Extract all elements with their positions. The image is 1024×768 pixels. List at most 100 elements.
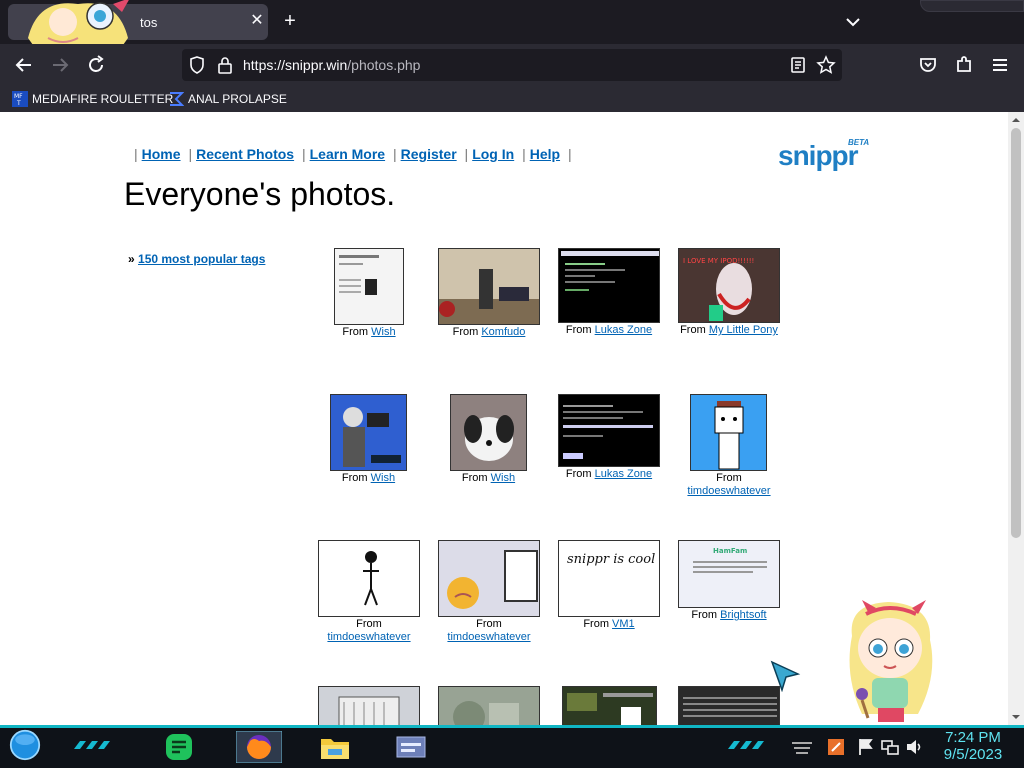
nav-login-link[interactable]: Log In xyxy=(472,146,514,162)
tray-app-icon[interactable] xyxy=(826,737,846,757)
forward-arrow-icon[interactable] xyxy=(48,53,72,77)
photo-caption: From Wish xyxy=(342,326,396,338)
tab-title: tos xyxy=(140,15,158,30)
file-explorer-icon[interactable] xyxy=(318,731,352,763)
url-bar[interactable]: https://snippr.win/photos.php xyxy=(182,49,842,81)
clock-time: 7:24 PM xyxy=(945,729,1001,746)
start-orb-icon[interactable] xyxy=(8,729,42,761)
photo-thumbnail[interactable] xyxy=(562,686,657,725)
nav-home-link[interactable]: Home xyxy=(142,146,181,162)
scroll-up-icon[interactable] xyxy=(1012,116,1020,124)
photo-caption: From VM1 xyxy=(583,618,635,630)
pocket-icon[interactable] xyxy=(916,53,940,77)
photo-caption: From Lukas Zone xyxy=(565,468,653,480)
nav-recent-photos-link[interactable]: Recent Photos xyxy=(196,146,294,162)
tray-overflow-icon[interactable] xyxy=(790,737,814,757)
page-scrollbar[interactable] xyxy=(1008,112,1024,725)
photo-thumbnail[interactable] xyxy=(558,248,660,323)
extensions-puzzle-icon[interactable] xyxy=(952,53,976,77)
tab-close-button[interactable]: ✕ xyxy=(246,10,268,32)
taskbar-decoration-right-icon xyxy=(728,741,764,749)
network-icon[interactable] xyxy=(880,737,900,757)
notepad-app-icon[interactable] xyxy=(162,731,196,763)
photo-thumbnail[interactable] xyxy=(438,540,540,617)
navigation-toolbar: https://snippr.win/photos.php xyxy=(0,44,1024,86)
photo-thumbnail[interactable] xyxy=(318,686,420,725)
firefox-app-icon[interactable] xyxy=(236,731,282,763)
svg-text:MF: MF xyxy=(14,93,23,100)
photo-source-link[interactable]: Lukas Zone xyxy=(595,468,652,480)
popular-tags: » 150 most popular tags xyxy=(128,252,266,266)
system-clock[interactable]: 7:24 PM 9/5/2023 xyxy=(930,729,1016,763)
photo-caption: From Wish xyxy=(461,472,516,484)
photo-thumbnail[interactable] xyxy=(690,394,767,471)
photo-source-link[interactable]: timdoeswhatever xyxy=(327,631,410,643)
photo-thumbnail[interactable] xyxy=(558,394,660,467)
photo-caption: From Wish xyxy=(341,472,396,484)
bookmark-mediafire[interactable]: MF T MEDIAFIRE ROULETTER xyxy=(12,90,173,108)
photo-caption: From Komfudo xyxy=(452,326,526,338)
photo-thumbnail[interactable] xyxy=(438,686,540,725)
photo-thumbnail[interactable]: HamFam xyxy=(678,540,780,608)
photo-thumbnail[interactable] xyxy=(438,248,540,325)
page-title: Everyone's photos. xyxy=(124,176,396,212)
reload-icon[interactable] xyxy=(84,53,108,77)
photo-source-link[interactable]: Lukas Zone xyxy=(595,324,652,336)
mascot-character-icon xyxy=(849,600,933,722)
photo-source-link[interactable]: Wish xyxy=(491,472,515,484)
photo-thumbnail[interactable] xyxy=(318,540,420,617)
hamburger-menu-icon[interactable] xyxy=(988,53,1012,77)
reader-view-icon[interactable] xyxy=(788,55,808,75)
photo-caption: From timdoeswhatever xyxy=(327,618,411,643)
photo-thumbnail[interactable] xyxy=(450,394,527,471)
action-center-flag-icon[interactable] xyxy=(856,737,876,757)
taskbar-accent-strip xyxy=(0,725,1024,728)
snippr-logo[interactable]: snippr BETA xyxy=(778,136,878,172)
photo-caption: From Brightsoft xyxy=(691,609,767,621)
window-decoration xyxy=(920,0,1024,12)
bookmark-sigma[interactable]: ANAL PROLAPSE xyxy=(168,90,288,108)
nav-learn-more-link[interactable]: Learn More xyxy=(310,146,385,162)
photo-source-link[interactable]: Wish xyxy=(371,326,395,338)
photo-source-link[interactable]: Komfudo xyxy=(481,326,525,338)
taskbar-decoration-icon xyxy=(74,741,110,749)
volume-icon[interactable] xyxy=(904,737,924,757)
chevron-down-icon[interactable] xyxy=(843,12,863,32)
svg-text:T: T xyxy=(16,100,21,107)
photo-thumbnail[interactable] xyxy=(678,686,780,725)
new-tab-button[interactable]: + xyxy=(278,10,302,34)
snippr-cool-text: snippr is cool -/s/ xyxy=(567,552,660,567)
photo-caption: From My Little Pony xyxy=(680,324,778,336)
photo-source-link[interactable]: My Little Pony xyxy=(709,324,778,336)
photo-caption: From timdoeswhatever xyxy=(687,472,771,497)
scroll-down-icon[interactable] xyxy=(1012,713,1020,721)
bookmarks-toolbar: MF T MEDIAFIRE ROULETTER ANAL PROLAPSE xyxy=(0,86,1024,112)
lock-icon[interactable] xyxy=(215,55,235,75)
photo-source-link[interactable]: Wish xyxy=(371,472,395,484)
clock-date: 9/5/2023 xyxy=(943,746,1003,763)
control-panel-icon[interactable] xyxy=(394,731,428,763)
nav-register-link[interactable]: Register xyxy=(401,146,457,162)
photo-caption: From timdoeswhatever xyxy=(447,618,531,643)
sigma-icon xyxy=(170,92,184,106)
mouse-cursor-icon xyxy=(770,660,801,692)
nav-help-link[interactable]: Help xyxy=(530,146,560,162)
popular-tags-link[interactable]: 150 most popular tags xyxy=(138,252,265,266)
url-text[interactable]: https://snippr.win/photos.php xyxy=(243,57,420,73)
shield-icon[interactable] xyxy=(187,55,207,75)
back-arrow-icon[interactable] xyxy=(12,53,36,77)
photo-thumbnail[interactable]: I LOVE MY IPOD!!!!!! xyxy=(678,248,780,323)
photo-thumbnail[interactable] xyxy=(330,394,407,471)
photo-caption: From Lukas Zone xyxy=(565,324,653,336)
photo-thumbnail[interactable] xyxy=(334,248,404,325)
bookmark-star-icon[interactable] xyxy=(816,55,836,75)
scroll-thumb[interactable] xyxy=(1011,128,1021,538)
photo-source-link[interactable]: Brightsoft xyxy=(720,609,766,621)
photo-source-link[interactable]: timdoeswhatever xyxy=(687,485,770,497)
photo-source-link[interactable]: timdoeswhatever xyxy=(447,631,530,643)
pony-photo-text: I LOVE MY IPOD!!!!!! xyxy=(683,257,754,265)
photo-thumbnail[interactable]: snippr is cool -/s/ xyxy=(558,540,660,617)
photo-source-link[interactable]: VM1 xyxy=(612,618,635,630)
browser-tab[interactable]: tos ✕ xyxy=(8,0,268,52)
tab-bar: tos ✕ + xyxy=(0,0,1024,52)
